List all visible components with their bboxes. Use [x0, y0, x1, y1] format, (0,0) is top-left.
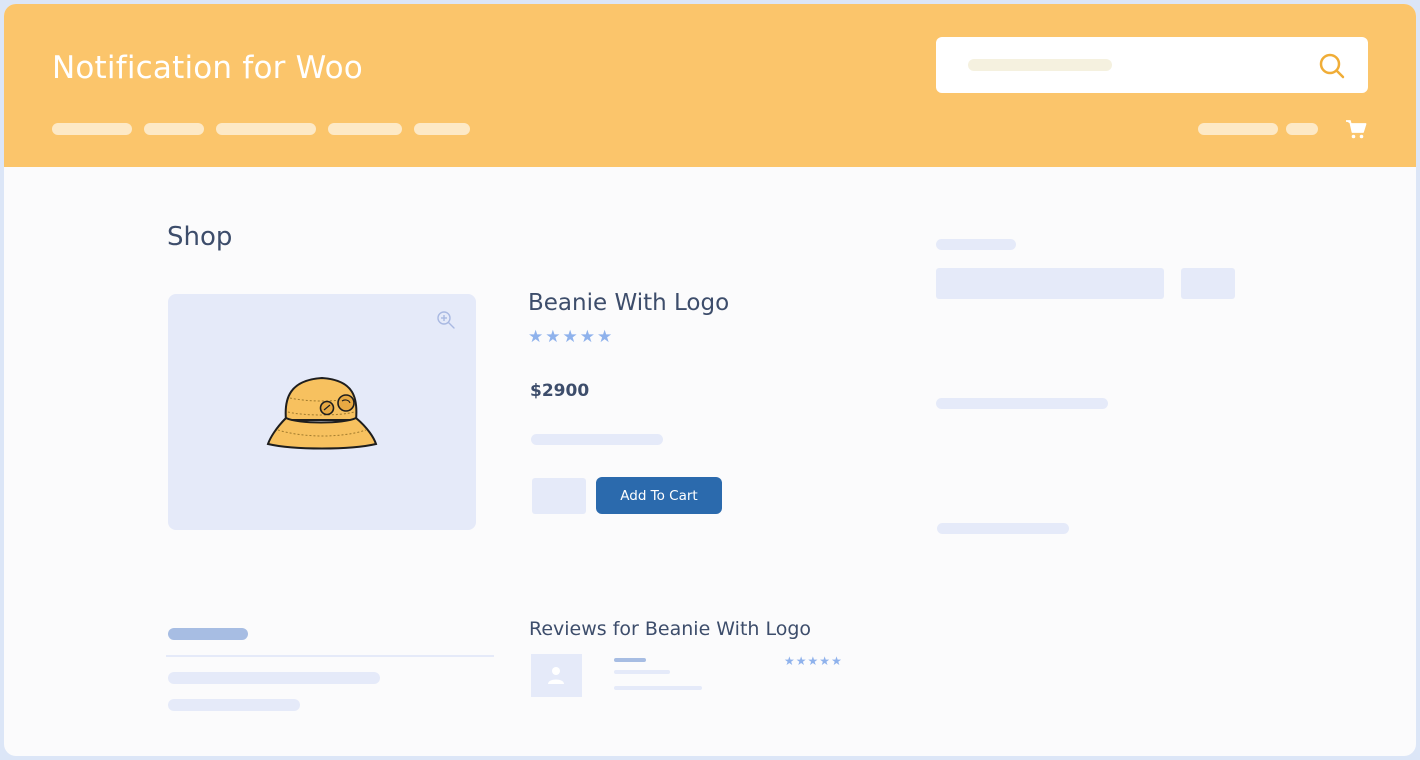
search-icon[interactable] [1318, 52, 1346, 80]
account-link-skeleton[interactable] [1198, 123, 1278, 135]
avatar [531, 654, 582, 697]
reviews-title: Reviews for Beanie With Logo [529, 618, 812, 640]
short-description-skeleton [531, 434, 663, 445]
tabs-divider [166, 655, 494, 657]
tab-description-skeleton[interactable] [168, 628, 248, 640]
product-title: Beanie With Logo [528, 290, 730, 316]
cart-count-skeleton[interactable] [1286, 123, 1318, 135]
nav-item-skeleton[interactable] [216, 123, 316, 135]
star-icon: ★ [819, 654, 831, 668]
review-rating: ★ ★ ★ ★ ★ [784, 655, 842, 667]
star-icon: ★ [579, 327, 595, 347]
description-line-skeleton [168, 672, 380, 684]
nav-item-skeleton[interactable] [144, 123, 204, 135]
quantity-input[interactable] [532, 478, 586, 514]
sidebar-search-button-skeleton[interactable] [1181, 268, 1235, 299]
browser-frame: Notification for Woo Shop Beanie With Lo… [4, 4, 1416, 756]
star-icon: ★ [545, 327, 561, 347]
star-icon: ★ [807, 654, 819, 668]
sidebar-link-skeleton[interactable] [937, 523, 1069, 534]
nav-item-skeleton[interactable] [52, 123, 132, 135]
zoom-icon[interactable] [436, 310, 456, 330]
star-icon: ★ [795, 654, 807, 668]
star-icon: ★ [528, 327, 544, 347]
site-header: Notification for Woo [4, 4, 1416, 167]
product-rating: ★ ★ ★ ★ ★ [528, 329, 612, 346]
star-icon: ★ [562, 327, 578, 347]
star-icon: ★ [784, 654, 795, 668]
user-icon [548, 667, 564, 684]
star-icon: ★ [831, 654, 842, 668]
sidebar-heading-skeleton [936, 239, 1016, 250]
search-placeholder-skeleton [968, 59, 1112, 71]
sidebar-search-skeleton[interactable] [936, 268, 1164, 299]
star-icon: ★ [597, 327, 613, 347]
review-date-skeleton [614, 670, 670, 674]
sidebar-link-skeleton[interactable] [936, 398, 1108, 409]
nav-item-skeleton[interactable] [328, 123, 402, 135]
description-line-skeleton [168, 699, 300, 711]
product-price: $2900 [530, 381, 590, 401]
nav-item-skeleton[interactable] [414, 123, 470, 135]
search-input[interactable] [936, 37, 1368, 93]
cart-icon[interactable] [1344, 118, 1368, 140]
review-text-skeleton [614, 686, 702, 690]
bucket-hat-image [266, 376, 378, 450]
add-to-cart-button[interactable]: Add To Cart [596, 477, 722, 514]
site-title[interactable]: Notification for Woo [52, 50, 363, 86]
product-image[interactable] [168, 294, 476, 530]
reviewer-name-skeleton [614, 658, 646, 662]
page-title: Shop [167, 222, 233, 252]
